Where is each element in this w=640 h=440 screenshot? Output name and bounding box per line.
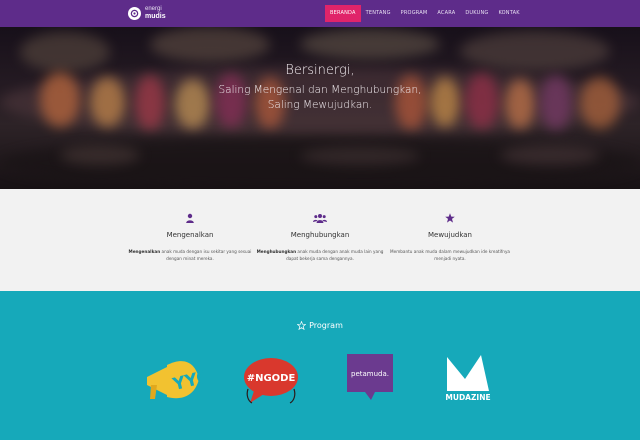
feature-description: Membantu anak muda dalam mewujudkan ide …	[385, 248, 515, 262]
star-outline-icon	[297, 321, 307, 330]
mudazine-logo[interactable]: MUDAZINE	[441, 353, 495, 403]
ngode-logo-text: #NGODE	[247, 373, 296, 384]
feature-menghubungkan: Menghubungkan Menghubungkan anak muda de…	[255, 213, 385, 262]
ngode-logo[interactable]: #NGODE	[242, 355, 300, 405]
petamuda-logo[interactable]: petamuda.	[345, 352, 395, 402]
nav-item-acara[interactable]: ACARA	[432, 5, 460, 22]
feature-desc-bold: Mengenalkan	[128, 249, 161, 254]
nav-item-kontak[interactable]: KONTAK	[493, 5, 524, 22]
petamuda-logo-text: petamuda.	[351, 370, 389, 378]
feature-title: Mewujudkan	[428, 231, 472, 239]
users-icon	[313, 214, 327, 223]
user-icon	[186, 213, 194, 223]
nav-item-dukung[interactable]: DUKUNG	[460, 5, 493, 22]
hero-subtitle-line1: Saling Mengenal dan Menghubungkan,	[218, 84, 422, 96]
feature-description: Mengenalkan anak muda dengan isu sekitar…	[125, 248, 255, 262]
feature-description: Menghubungkan anak muda dengan anak muda…	[255, 248, 385, 262]
brand-icon	[128, 6, 141, 20]
brand-logo-link[interactable]: energi mudis	[128, 6, 166, 20]
feature-desc-text: anak muda dengan isu sekitar yang sesuai…	[160, 249, 252, 261]
program-heading-text: Program	[309, 321, 343, 330]
brand-top-text: energi	[145, 6, 162, 12]
feature-mengenalkan: Mengenalkan Mengenalkan anak muda dengan…	[125, 213, 255, 262]
mudazine-logo-text: MUDAZINE	[445, 393, 490, 402]
feature-desc-text: Membantu anak muda dalam mewujudkan ide …	[390, 249, 510, 261]
program-section: Program YYC #NGODE petamuda. MUDAZINE	[0, 291, 640, 440]
feature-desc-bold: Menghubungkan	[256, 249, 297, 254]
feature-title: Menghubungkan	[290, 231, 350, 239]
hero-title: Bersinergi,	[285, 63, 355, 78]
nav-item-tentang[interactable]: TENTANG	[361, 5, 396, 22]
nav-item-beranda[interactable]: BERANDA	[325, 5, 361, 22]
brand-bottom-text: mudis	[145, 13, 166, 20]
navbar: energi mudis BERANDA TENTANG PROGRAM ACA…	[0, 0, 640, 27]
feature-mewujudkan: Mewujudkan Membantu anak muda dalam mewu…	[385, 213, 515, 262]
program-heading: Program	[0, 321, 640, 330]
features-section: Mengenalkan Mengenalkan anak muda dengan…	[0, 189, 640, 291]
yyc-logo[interactable]: YYC	[143, 355, 203, 409]
feature-title: Mengenalkan	[166, 231, 214, 239]
hero-subtitle-line2: Saling Mewujudkan.	[267, 99, 373, 111]
main-nav: BERANDA TENTANG PROGRAM ACARA DUKUNG KON…	[325, 5, 525, 22]
brand-text: energi mudis	[145, 6, 166, 20]
feature-desc-text: anak muda dengan anak muda lain yang dap…	[286, 249, 384, 261]
nav-item-program[interactable]: PROGRAM	[396, 5, 433, 22]
star-icon	[445, 213, 455, 223]
hero-banner: Bersinergi, Saling Mengenal dan Menghubu…	[0, 27, 640, 189]
